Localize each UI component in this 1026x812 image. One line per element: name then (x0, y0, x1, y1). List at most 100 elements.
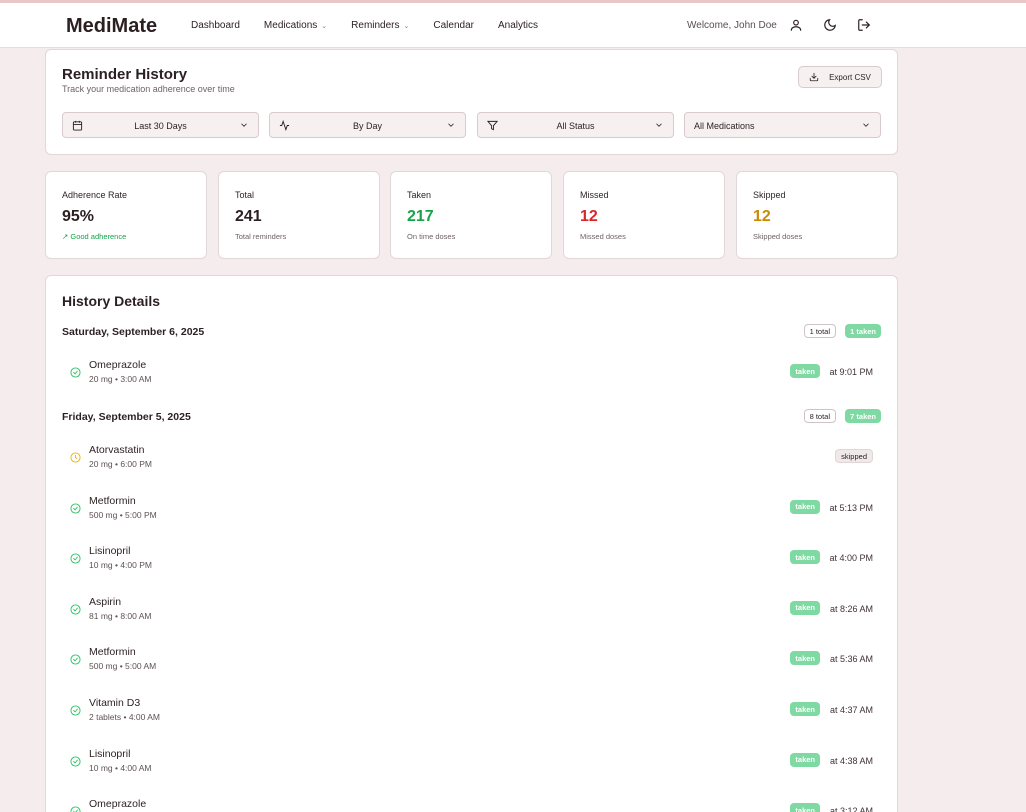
taken-count-badge: 7 taken (845, 409, 881, 423)
stat-value: 241 (235, 208, 262, 225)
chevron-down-icon (656, 123, 662, 127)
moon-icon[interactable] (823, 18, 837, 32)
status-badge: taken (790, 752, 820, 767)
nav-calendar[interactable]: Calendar (433, 20, 474, 31)
medication-dose-time: 20 mg • 3:00 AM (89, 374, 152, 384)
stat-sub: ↗ Good adherence (62, 232, 127, 241)
stat-label: Total (235, 190, 255, 200)
list-item[interactable]: Vitamin D3 2 tablets • 4:00 AM at 4:37 AM t… (62, 697, 882, 737)
medication-name: Aspirin (89, 595, 122, 608)
status-badge: taken (790, 499, 820, 514)
nav-reminders[interactable]: Reminders ⌄ (351, 20, 409, 31)
app-logo[interactable]: MediMate (66, 15, 157, 38)
stat-card-skipped: Skipped 12 Skipped doses (736, 171, 898, 259)
group-by-select[interactable]: By Day (269, 112, 466, 138)
list-item[interactable]: Atorvastatin 20 mg • 6:00 PM skipped (62, 444, 882, 484)
taken-time: at 9:01 PM (829, 367, 873, 377)
total-count-badge: 1 total (803, 324, 836, 338)
taken-time: at 5:13 PM (829, 502, 873, 513)
medication-name: Metformin (89, 646, 136, 659)
chevron-down-icon (241, 123, 247, 127)
medication-name: Atorvastatin (89, 444, 145, 456)
medication-name: Lisinopril (89, 747, 131, 760)
download-icon (809, 72, 819, 82)
check-circle-icon (70, 503, 81, 514)
nav-medications[interactable]: Medications ⌄ (264, 20, 327, 31)
medication-dose-time: 500 mg • 5:00 AM (89, 661, 157, 672)
status-badge: taken (790, 651, 820, 666)
list-item[interactable]: Lisinopril 10 mg • 4:00 PM at 4:00 PM taken (62, 545, 882, 585)
user-icon[interactable] (789, 18, 803, 32)
stat-label: Skipped (753, 190, 786, 200)
stat-card-adherence-rate: Adherence Rate 95% ↗ Good adherence (45, 171, 207, 259)
medication-dose-time: 81 mg • 8:00 AM (89, 610, 152, 621)
list-item[interactable]: Aspirin 81 mg • 8:00 AM at 8:26 AM taken (62, 596, 882, 636)
check-circle-icon (70, 756, 81, 767)
taken-count-badge: 1 taken (845, 324, 881, 338)
chevron-down-icon (448, 123, 454, 127)
clock-icon (70, 452, 81, 463)
stat-card-missed: Missed 12 Missed doses (563, 171, 725, 259)
stat-value: 12 (753, 208, 771, 225)
logout-icon[interactable] (857, 18, 871, 32)
medication-name: Lisinopril (89, 545, 131, 558)
list-item[interactable]: Metformin 500 mg • 5:00 PM at 5:13 PM taken (62, 495, 882, 535)
chevron-down-icon: ⌄ (321, 22, 328, 30)
export-csv-label: Export CSV (829, 72, 871, 82)
taken-time: at 4:38 AM (829, 755, 873, 766)
status-badge: taken (790, 364, 820, 378)
stat-sub: Missed doses (580, 232, 626, 241)
nav-medications-label: Medications (263, 20, 318, 31)
status-badge: taken (790, 550, 820, 565)
taken-time: at 4:37 AM (829, 705, 873, 715)
medication-select[interactable]: All Medications (684, 112, 881, 138)
chevron-down-icon: ⌄ (403, 22, 410, 30)
nav-analytics[interactable]: Analytics (498, 20, 538, 31)
list-item[interactable]: Omeprazole at 3:12 AM taken (62, 798, 882, 812)
history-title: History Details (62, 293, 161, 309)
stat-card-taken: Taken 217 On time doses (390, 171, 552, 259)
stat-label: Taken (407, 190, 432, 200)
main-nav: Dashboard Medications ⌄ Reminders ⌄ Calend… (191, 20, 562, 31)
total-count-badge: 8 total (803, 409, 836, 423)
taken-time: at 5:36 AM (829, 654, 873, 665)
status-select[interactable]: All Status (477, 112, 674, 138)
top-navbar: MediMate Dashboard Medications ⌄ Reminder… (0, 3, 1026, 48)
date-range-select[interactable]: Last 30 Days (62, 112, 259, 138)
status-value: All Status (556, 121, 595, 131)
reminder-history-card: Reminder History Track your medication a… (45, 49, 898, 155)
list-item[interactable]: Lisinopril 10 mg • 4:00 AM at 4:38 AM taken (62, 748, 882, 788)
stat-sub: On time doses (407, 232, 456, 241)
taken-time: at 3:12 AM (829, 806, 873, 812)
medication-dose-time: 2 tablets • 4:00 AM (89, 712, 161, 722)
nav-reminders-label: Reminders (351, 20, 400, 31)
medication-dose-time: 10 mg • 4:00 AM (89, 762, 152, 773)
taken-time: at 8:26 AM (829, 603, 873, 614)
status-badge: taken (790, 803, 820, 812)
stat-label: Missed (580, 190, 609, 200)
welcome-text: Welcome, John Doe (687, 20, 777, 31)
date-range-value: Last 30 Days (134, 121, 187, 131)
taken-time: at 4:00 PM (829, 553, 873, 564)
page-subtitle: Track your medication adherence over tim… (62, 84, 235, 94)
list-item[interactable]: Metformin 500 mg • 5:00 AM at 5:36 AM taken (62, 646, 882, 686)
medication-dose-time: 10 mg • 4:00 PM (89, 560, 152, 571)
nav-dashboard-label: Dashboard (191, 20, 240, 31)
medication-name: Omeprazole (89, 359, 147, 371)
check-circle-icon (70, 705, 81, 716)
page-title: Reminder History (62, 66, 188, 83)
medication-dose-time: 500 mg • 5:00 PM (89, 509, 157, 520)
stat-value: 95% (62, 208, 95, 225)
stat-sub: Total reminders (235, 232, 287, 241)
check-circle-icon (70, 654, 81, 665)
check-circle-icon (70, 604, 81, 615)
nav-dashboard[interactable]: Dashboard (191, 20, 240, 31)
medication-dose-time: 20 mg • 6:00 PM (89, 459, 152, 469)
export-csv-button[interactable]: Export CSV (798, 66, 882, 88)
medication-name: Omeprazole (89, 798, 147, 811)
list-item[interactable]: Omeprazole 20 mg • 3:00 AM at 9:01 PM taken (62, 359, 882, 399)
stat-value: 12 (580, 208, 598, 225)
check-circle-icon (70, 806, 81, 812)
stat-value: 217 (407, 208, 434, 225)
medication-name: Metformin (89, 494, 136, 507)
